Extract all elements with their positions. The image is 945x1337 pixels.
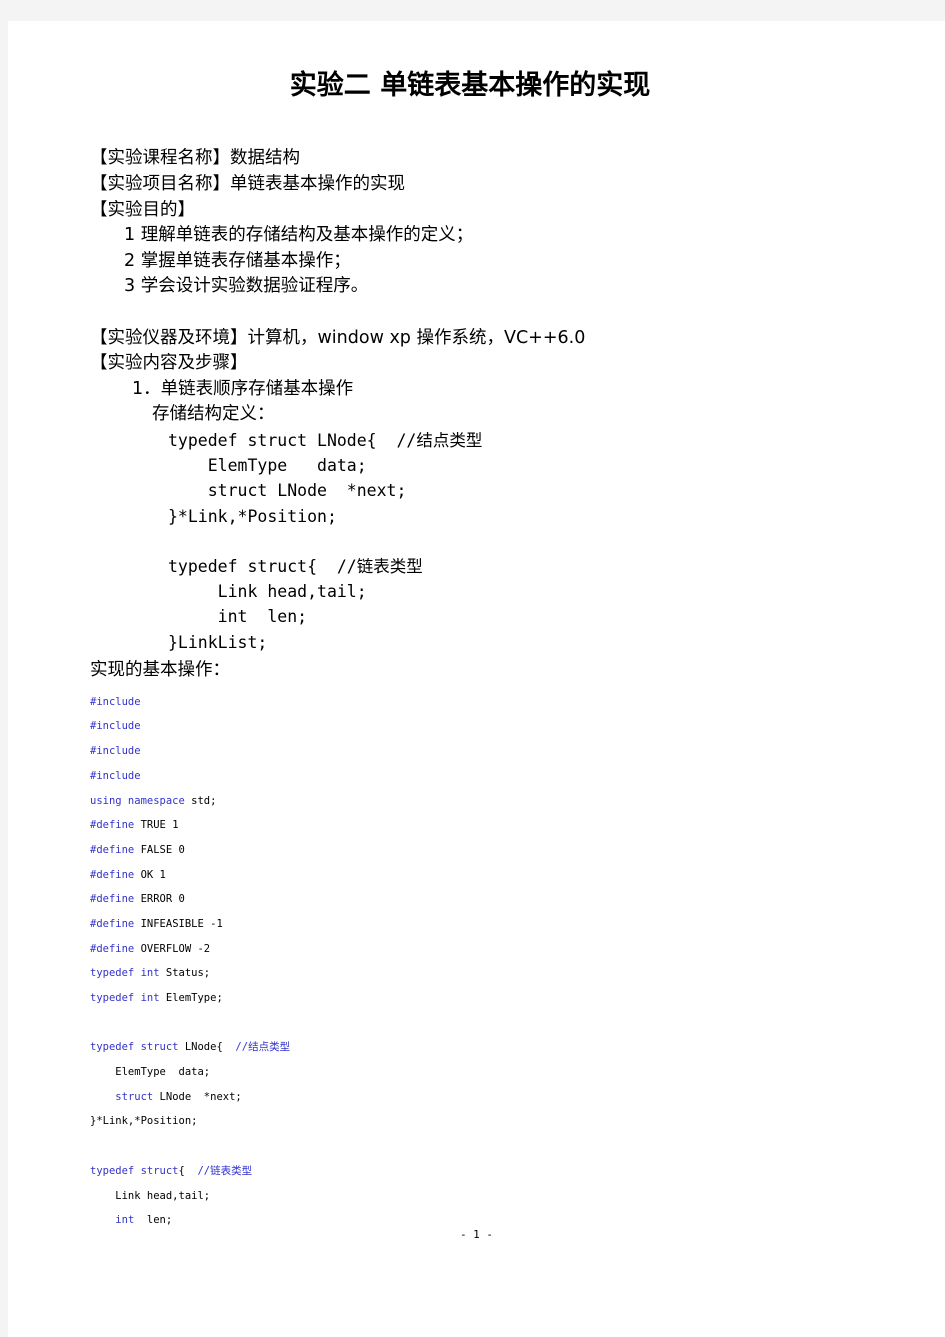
page-gutter-left — [0, 0, 8, 1337]
body-code-line: ElemType data; — [168, 456, 367, 476]
struct-def-label: 存储结构定义： — [152, 404, 275, 425]
code-token: { — [178, 1164, 198, 1177]
source-code-line — [90, 1134, 850, 1159]
code-token: #define — [90, 819, 135, 832]
document-content: 实验二 单链表基本操作的实现 【实验课程名称】数据结构 【实验项目名称】单链表基… — [90, 70, 850, 1233]
source-code-line: #define OK 1 — [90, 863, 850, 888]
body-code-line: }LinkList; — [168, 632, 268, 652]
code-token: TRUE 1 — [134, 819, 179, 832]
source-code-line: struct LNode *next; — [90, 1085, 850, 1110]
code-token: #define — [90, 942, 135, 955]
code-token: FALSE 0 — [134, 843, 185, 856]
source-code-line: #include — [90, 739, 850, 764]
code-token: typedef int — [90, 992, 160, 1004]
code-token: #define — [90, 893, 135, 906]
code-token: Link head,tail; — [90, 1189, 211, 1202]
source-code-listing: #include #include #include #include using na… — [90, 690, 850, 1233]
body-code-block: typedef struct LNode{ //结点类型 ElemType da… — [90, 428, 850, 655]
document-page: 实验二 单链表基本操作的实现 【实验课程名称】数据结构 【实验项目名称】单链表基… — [8, 21, 945, 1337]
purpose-item-1: 1 理解单链表的存储结构及基本操作的定义； — [124, 225, 474, 246]
source-code-line: Link head,tail; — [90, 1184, 850, 1209]
page-gutter-top — [0, 0, 945, 21]
source-code-line: ElemType data; — [90, 1060, 850, 1085]
purpose-item-2: 2 掌握单链表存储基本操作； — [124, 250, 351, 271]
code-token: ElemType data; — [90, 1066, 211, 1079]
field-environment: 【实验仪器及环境】计算机，window xp 操作系统，VC++6.0 — [90, 327, 586, 348]
code-token: #include — [90, 695, 141, 708]
step-1: 1．单链表顺序存储基本操作 — [132, 378, 354, 399]
purpose-item-3: 3 学会设计实验数据验证程序。 — [124, 276, 369, 297]
code-token: #include — [90, 720, 141, 733]
code-token: OK 1 — [134, 868, 166, 881]
code-token: #define — [90, 868, 135, 881]
body-code-line — [90, 529, 850, 554]
code-token: Status; — [159, 967, 211, 980]
page-footer: - 1 - — [459, 1228, 494, 1241]
field-project-name: 【实验项目名称】单链表基本操作的实现 — [90, 173, 405, 194]
source-code-line: #define TRUE 1 — [90, 813, 850, 838]
code-token: LNode *next; — [153, 1090, 242, 1103]
source-code-line: #include — [90, 690, 850, 715]
source-code-line: #define OVERFLOW -2 — [90, 937, 850, 962]
code-token: OVERFLOW -2 — [134, 942, 211, 955]
field-course-name: 【实验课程名称】数据结构 — [90, 148, 300, 169]
code-token: #include — [90, 769, 141, 782]
code-token: ERROR 0 — [134, 893, 185, 906]
code-token: len; — [134, 1214, 173, 1227]
source-code-line: typedef struct LNode{ //结点类型 — [90, 1035, 850, 1060]
source-code-line: #include — [90, 764, 850, 789]
body-code-line: int len; — [168, 607, 308, 627]
code-token: #define — [90, 843, 135, 856]
body-code-line: typedef struct{ //链表类型 — [168, 556, 423, 576]
body-code-line: struct LNode *next; — [168, 481, 407, 501]
code-token: #include — [90, 745, 141, 758]
page-title: 实验二 单链表基本操作的实现 — [289, 70, 651, 101]
source-code-line: #define INFEASIBLE -1 — [90, 912, 850, 937]
body-code-line: Link head,tail; — [168, 582, 367, 602]
code-token: std; — [184, 794, 217, 807]
code-token: using namespace — [90, 794, 185, 807]
code-token: typedef struct — [90, 1041, 179, 1054]
source-code-line: typedef int Status; — [90, 961, 850, 986]
code-token: typedef int — [90, 967, 160, 980]
source-code-line: typedef struct{ //链表类型 — [90, 1159, 850, 1184]
source-code-line: using namespace std; — [90, 789, 850, 814]
impl-label: 实现的基本操作： — [90, 659, 230, 680]
body-code-line: }*Link,*Position; — [168, 506, 337, 526]
code-token: ElemType; — [159, 992, 223, 1004]
code-token: #define — [90, 917, 135, 930]
source-code-line: typedef int ElemType; — [90, 986, 850, 1011]
code-token: //结点类型 — [235, 1041, 291, 1054]
source-code-line: }*Link,*Position; — [90, 1109, 850, 1134]
field-content-label: 【实验内容及步骤】 — [90, 353, 248, 374]
code-token: INFEASIBLE -1 — [134, 917, 223, 930]
body-code-line: typedef struct LNode{ //结点类型 — [168, 430, 483, 450]
code-token: LNode{ — [178, 1041, 236, 1054]
source-code-line: #define FALSE 0 — [90, 838, 850, 863]
code-token: typedef struct — [90, 1164, 179, 1177]
code-token: }*Link,*Position; — [90, 1115, 198, 1128]
source-code-line: #include — [90, 714, 850, 739]
code-token: //链表类型 — [197, 1164, 253, 1177]
code-token: struct — [115, 1090, 154, 1103]
code-token: int — [115, 1214, 135, 1227]
field-purpose-label: 【实验目的】 — [90, 199, 195, 220]
source-code-line — [90, 1011, 850, 1036]
source-code-line: #define ERROR 0 — [90, 887, 850, 912]
